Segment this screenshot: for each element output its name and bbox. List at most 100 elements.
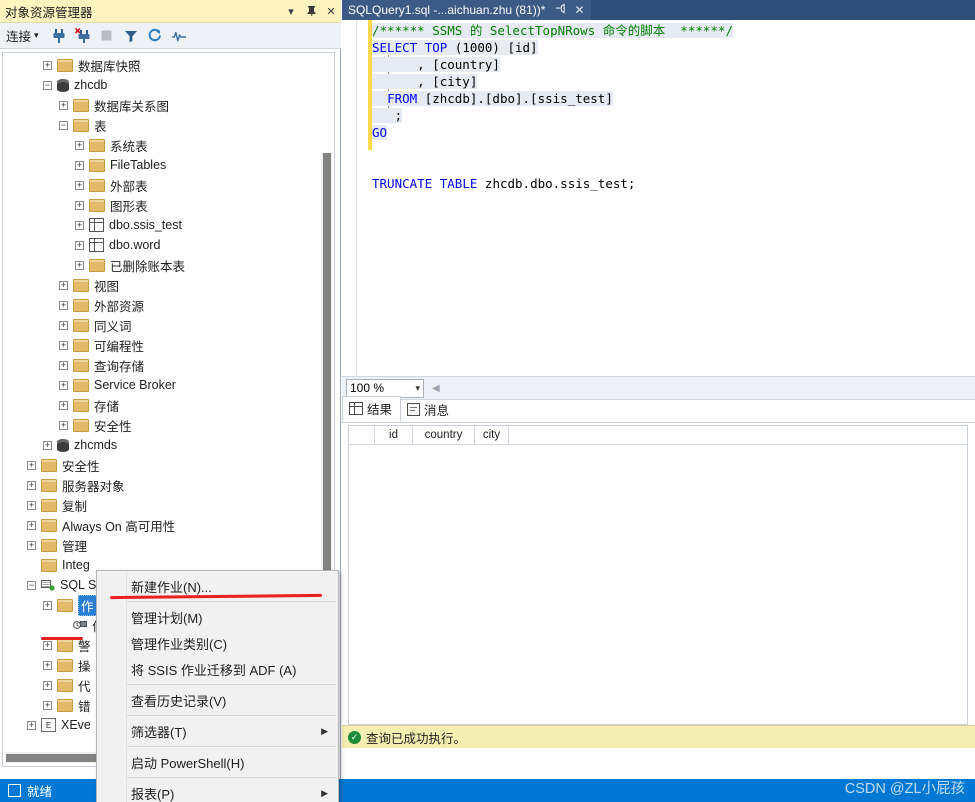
- chevron-down-icon[interactable]: ▾: [281, 0, 301, 22]
- expand-icon[interactable]: +: [43, 660, 52, 670]
- sql-code-editor[interactable]: − /****** SSMS 的 SelectTopNRows 命令的脚本 **…: [342, 20, 975, 376]
- tree-node[interactable]: + 外部表: [3, 175, 319, 195]
- scrollbar-thumb[interactable]: [6, 754, 98, 762]
- refresh-icon[interactable]: [143, 24, 167, 48]
- expand-icon[interactable]: +: [43, 440, 52, 450]
- close-icon[interactable]: ✕: [321, 0, 341, 22]
- tree-node-label: zhcmds: [74, 438, 118, 452]
- tree-node-label: 已删除账本表: [110, 259, 186, 274]
- tree-node[interactable]: + Service Broker: [3, 375, 319, 395]
- disconnect-plug-icon[interactable]: [71, 24, 95, 48]
- tree-node[interactable]: + 已删除账本表: [3, 255, 319, 275]
- context-menu-item[interactable]: 报表(P) ▶: [97, 780, 338, 802]
- grid-header-id[interactable]: id: [375, 426, 413, 444]
- expand-icon[interactable]: +: [59, 420, 68, 430]
- tree-node[interactable]: + 安全性: [3, 415, 319, 435]
- expand-icon[interactable]: +: [59, 360, 68, 370]
- job-icon: [73, 619, 87, 631]
- tree-node[interactable]: − 表: [3, 115, 319, 135]
- expand-icon[interactable]: +: [59, 380, 68, 390]
- tree-node[interactable]: + 可编程性: [3, 335, 319, 355]
- collapse-icon[interactable]: −: [59, 120, 68, 130]
- expand-icon[interactable]: +: [59, 300, 68, 310]
- tree-node[interactable]: + dbo.word: [3, 235, 319, 255]
- tree-node[interactable]: + 视图: [3, 275, 319, 295]
- tree-node[interactable]: + 数据库快照: [3, 55, 319, 75]
- context-menu-item[interactable]: 查看历史记录(V): [97, 687, 338, 713]
- tree-node[interactable]: + 数据库关系图: [3, 95, 319, 115]
- expand-icon[interactable]: +: [27, 460, 36, 470]
- context-menu-item[interactable]: 将 SSIS 作业迁移到 ADF (A): [97, 656, 338, 682]
- context-menu-item[interactable]: 管理计划(M): [97, 604, 338, 630]
- tree-node[interactable]: + 管理: [3, 535, 319, 555]
- expand-icon[interactable]: +: [75, 140, 84, 150]
- expand-icon[interactable]: +: [27, 520, 36, 530]
- zoom-level-combobox[interactable]: 100 % ▾: [346, 378, 424, 398]
- folder-icon: [57, 58, 73, 72]
- code-keyword-from: FROM: [387, 91, 418, 106]
- expand-icon[interactable]: +: [75, 160, 84, 170]
- expand-icon[interactable]: +: [27, 720, 36, 730]
- expand-icon[interactable]: +: [59, 100, 68, 110]
- folder-icon: [41, 478, 57, 492]
- grid-header-city[interactable]: city: [475, 426, 509, 444]
- connect-button[interactable]: 连接 ▾: [6, 26, 39, 45]
- tab-results[interactable]: 结果: [342, 396, 402, 422]
- filter-icon[interactable]: [119, 24, 143, 48]
- results-grid[interactable]: id country city: [348, 425, 968, 725]
- tree-node[interactable]: + FileTables: [3, 155, 319, 175]
- expand-icon[interactable]: +: [27, 540, 36, 550]
- expand-icon[interactable]: +: [59, 340, 68, 350]
- expand-icon[interactable]: +: [27, 500, 36, 510]
- database-icon: [57, 438, 69, 452]
- tab-messages[interactable]: 消息: [401, 398, 457, 422]
- tree-node[interactable]: + dbo.ssis_test: [3, 215, 319, 235]
- expand-icon[interactable]: +: [75, 260, 84, 270]
- context-menu-item[interactable]: 筛选器(T) ▶: [97, 718, 338, 744]
- connect-plug-icon[interactable]: [47, 24, 71, 48]
- expand-icon[interactable]: +: [43, 600, 52, 610]
- collapse-icon[interactable]: −: [43, 80, 52, 90]
- context-menu-item[interactable]: 启动 PowerShell(H): [97, 749, 338, 775]
- tree-node[interactable]: + 同义词: [3, 315, 319, 335]
- pin-icon[interactable]: [555, 3, 566, 17]
- tree-node[interactable]: + 查询存储: [3, 355, 319, 375]
- pin-icon[interactable]: [301, 0, 321, 22]
- expand-icon[interactable]: +: [75, 180, 84, 190]
- jobs-context-menu[interactable]: 新建作业(N)... 管理计划(M) 管理作业类别(C) 将 SSIS 作业迁移到 A…: [96, 570, 339, 802]
- tree-node[interactable]: + 安全性: [3, 455, 319, 475]
- tree-node[interactable]: + 外部资源: [3, 295, 319, 315]
- expand-icon[interactable]: +: [43, 60, 52, 70]
- tree-node-label: Integ: [62, 558, 90, 572]
- context-menu-item[interactable]: 管理作业类别(C): [97, 630, 338, 656]
- tree-node-label: 视图: [94, 279, 120, 294]
- tree-node[interactable]: + 复制: [3, 495, 319, 515]
- close-icon[interactable]: ✕: [574, 3, 584, 17]
- activity-monitor-icon[interactable]: [167, 24, 191, 48]
- tree-node[interactable]: + 系统表: [3, 135, 319, 155]
- tree-node[interactable]: + 服务器对象: [3, 475, 319, 495]
- collapse-icon[interactable]: −: [27, 580, 36, 590]
- expand-icon[interactable]: +: [43, 640, 52, 650]
- expand-icon[interactable]: +: [59, 320, 68, 330]
- folder-icon: [73, 418, 89, 432]
- tree-node[interactable]: + zhcmds: [3, 435, 319, 455]
- expand-icon[interactable]: +: [43, 700, 52, 710]
- expand-icon[interactable]: +: [59, 400, 68, 410]
- tree-node[interactable]: + Always On 高可用性: [3, 515, 319, 535]
- expand-icon[interactable]: +: [43, 680, 52, 690]
- expand-icon[interactable]: +: [75, 240, 84, 250]
- expand-icon[interactable]: +: [75, 220, 84, 230]
- tab-sqlquery1[interactable]: SQLQuery1.sql -...aichuan.zhu (81))* ✕: [342, 0, 591, 20]
- code-comment: /****** SSMS 的 SelectTopNRows 命令的脚本 ****…: [372, 23, 733, 38]
- expand-icon[interactable]: +: [75, 200, 84, 210]
- tree-node-label: 表: [94, 119, 107, 134]
- nav-back-arrow-icon[interactable]: ◀: [432, 383, 440, 394]
- tree-node[interactable]: − zhcdb: [3, 75, 319, 95]
- grid-header-country[interactable]: country: [413, 426, 475, 444]
- tree-node[interactable]: + 存储: [3, 395, 319, 415]
- expand-icon[interactable]: +: [59, 280, 68, 290]
- grid-header-rowselector[interactable]: [349, 426, 375, 444]
- expand-icon[interactable]: +: [27, 480, 36, 490]
- tree-node[interactable]: + 图形表: [3, 195, 319, 215]
